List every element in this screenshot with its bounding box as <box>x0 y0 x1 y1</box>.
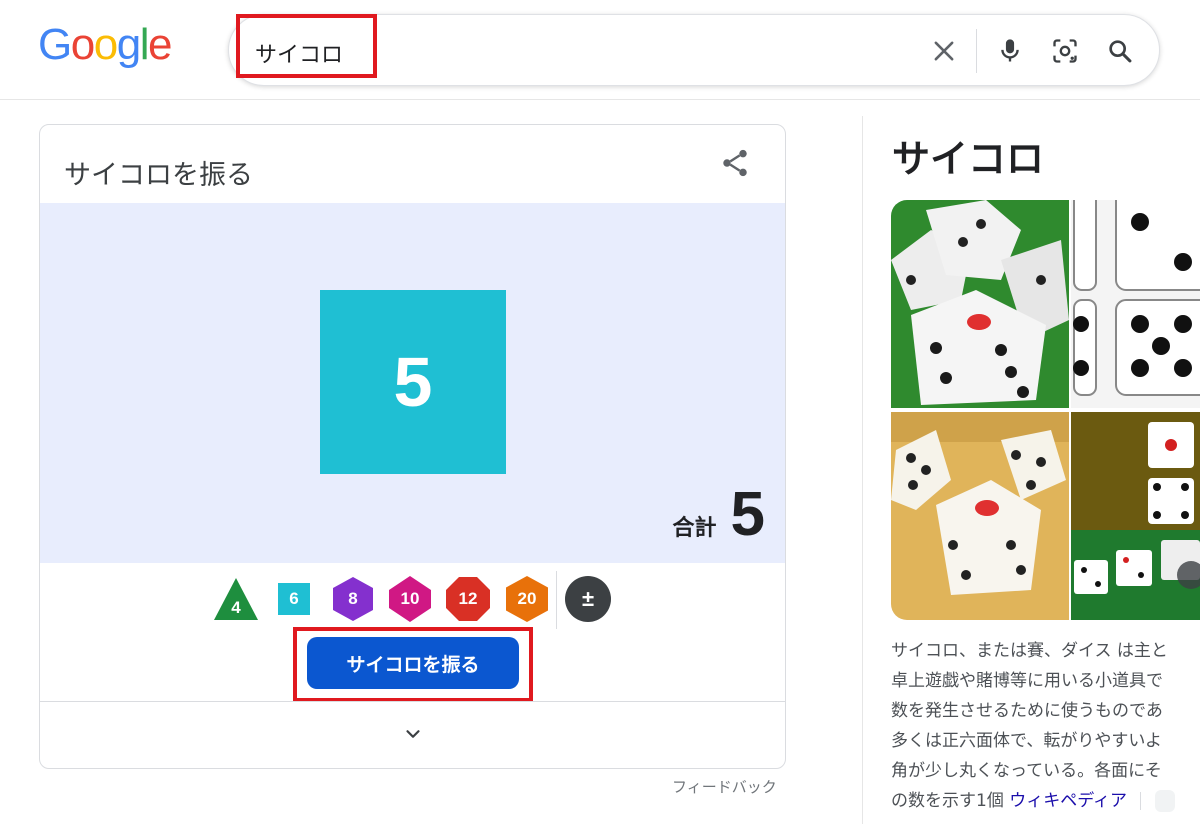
d20-button[interactable]: 20 <box>503 575 551 623</box>
logo-letter: o <box>70 20 95 69</box>
image-gallery[interactable] <box>891 200 1200 620</box>
total-value: 5 <box>730 480 765 549</box>
kp-description-line: 数を発生させるために使うものであ <box>891 701 1163 721</box>
total-display: 合計 5 <box>673 479 766 550</box>
die-type-selector: 4 6 8 10 12 20 ± <box>40 571 785 629</box>
kp-description-last-line: の数を示す1個 ウィキペディア <box>891 786 1200 816</box>
modifier-button[interactable]: ± <box>564 575 612 623</box>
kp-title: サイコロ <box>892 137 1045 181</box>
rolled-die: 5 <box>320 290 506 474</box>
d4-button[interactable]: 4 <box>212 575 260 623</box>
logo-letter: g <box>116 20 141 69</box>
selector-divider <box>556 571 557 629</box>
wikipedia-link[interactable]: ウィキペディア <box>1009 791 1127 811</box>
d20-label: 20 <box>517 589 537 608</box>
microphone-icon[interactable] <box>996 37 1024 65</box>
google-logo[interactable]: Google <box>38 20 172 70</box>
button-highlight-box <box>293 627 533 702</box>
dice-roller-card: サイコロを振る 5 合計 5 4 6 8 10 12 20 ± サイコロを振る <box>39 124 786 769</box>
kp-description-tail: の数を示す1個 <box>891 791 1004 811</box>
d10-label: 10 <box>400 589 420 608</box>
dice-photo-4 <box>1071 412 1200 620</box>
card-title: サイコロを振る <box>64 160 253 191</box>
d12-button[interactable]: 12 <box>444 575 492 623</box>
logo-letter: l <box>139 20 150 69</box>
dice-photo-3 <box>891 412 1069 620</box>
query-highlight-box <box>236 14 377 78</box>
feedback-link[interactable]: フィードバック <box>672 776 777 797</box>
kp-description-line: 多くは正六面体で、転がりやすいよ <box>891 731 1162 751</box>
logo-letter: e <box>147 20 172 69</box>
kp-description-line: 角が少し丸くなっている。各面にそ <box>891 761 1162 781</box>
d10-button[interactable]: 10 <box>386 575 434 623</box>
kp-description-line: 卓上遊戯や賭博等に用いる小道具で <box>891 671 1163 691</box>
d6-button[interactable]: 6 <box>270 575 318 623</box>
panel-divider <box>862 116 863 824</box>
chevron-down-icon[interactable] <box>402 723 424 745</box>
share-icon[interactable] <box>719 147 751 179</box>
card-divider <box>40 701 785 702</box>
dice-photo-2 <box>1071 200 1200 408</box>
d12-label: 12 <box>458 589 478 608</box>
modifier-label: ± <box>581 586 595 611</box>
kp-description-line: サイコロ、または賽、ダイス は主と <box>891 641 1168 661</box>
d4-label: 4 <box>231 598 241 617</box>
total-label: 合計 <box>672 516 717 541</box>
kp-description: サイコロ、または賽、ダイス は主と 卓上遊戯や賭博等に用いる小道具で 数を発生さ… <box>891 636 1200 816</box>
chip[interactable] <box>1154 790 1175 812</box>
die-value: 5 <box>393 343 433 421</box>
search-icon[interactable] <box>1106 37 1134 65</box>
dice-stage[interactable]: 5 合計 5 <box>40 203 785 563</box>
logo-letter: G <box>38 20 72 69</box>
search-divider <box>976 29 977 73</box>
d8-button[interactable]: 8 <box>329 575 377 623</box>
header: Google サイコロ <box>0 0 1200 100</box>
d8-label: 8 <box>348 589 358 608</box>
link-divider <box>1140 792 1142 810</box>
d6-label: 6 <box>289 589 299 608</box>
logo-letter: o <box>93 20 118 69</box>
dice-photo-1 <box>891 200 1069 408</box>
camera-lens-icon[interactable] <box>1051 37 1079 65</box>
close-icon[interactable] <box>930 37 958 65</box>
